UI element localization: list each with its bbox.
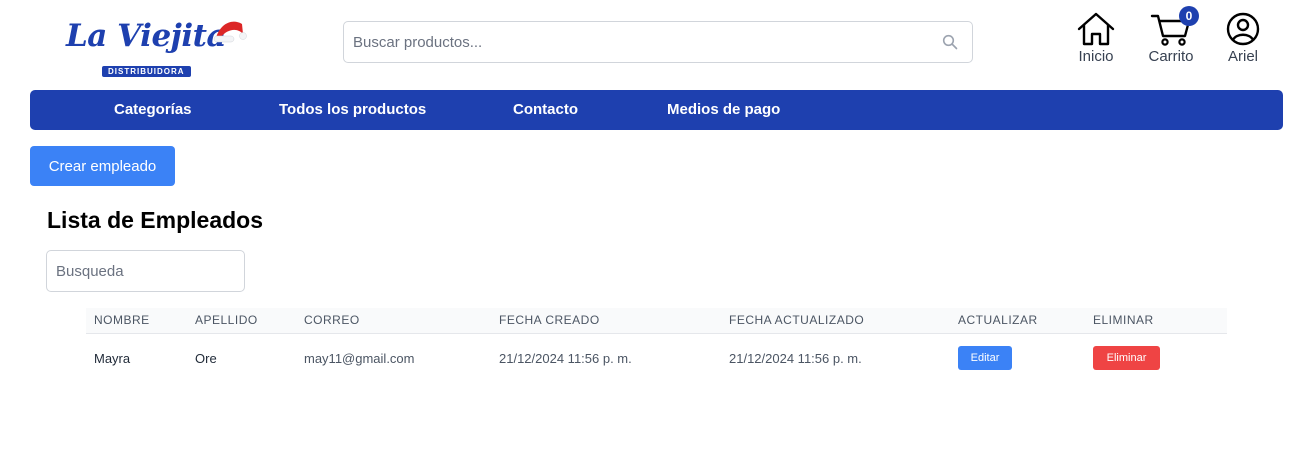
cell-correo: may11@gmail.com [304,350,415,366]
logo-text: La Viejita [66,18,227,54]
product-search [343,21,973,63]
create-employee-button[interactable]: Crear empleado [30,146,175,186]
cart-button[interactable]: 0 Carrito [1141,6,1201,68]
nav-item-todos-los-productos[interactable]: Todos los productos [279,101,426,118]
account-button[interactable]: Ariel [1213,12,1273,68]
page-title: Lista de Empleados [47,207,264,233]
column-header-eliminar: ELIMINAR [1085,308,1227,334]
main-nav: Categorías Todos los productos Contacto … [30,90,1283,130]
account-label: Ariel [1227,48,1258,65]
home-label: Inicio [1078,48,1114,65]
column-header-correo: CORREO [296,308,491,334]
table-header-row: NOMBRE APELLIDO CORREO FECHA CREADO FECH… [86,308,1227,334]
employee-search-input[interactable] [46,250,245,292]
column-header-actualizar: ACTUALIZAR [950,308,1085,334]
cell-actualizar: Editar [950,333,1085,383]
cell-apellido: Ore [195,350,217,366]
nav-item-contacto[interactable]: Contacto [513,101,578,118]
cart-count-badge: 0 [1179,6,1199,26]
nav-item-categorias[interactable]: Categorías [114,101,192,118]
delete-button[interactable]: Eliminar [1093,346,1160,371]
santa-hat-icon [213,21,247,43]
cell-eliminar: Eliminar [1085,333,1227,383]
cell-fecha-creado: 21/12/2024 11:56 p. m. [499,350,632,366]
table-row: Mayra Ore may11@gmail.com 21/12/2024 11:… [86,333,1227,383]
column-header-fecha-creado: FECHA CREADO [491,308,721,334]
logo-subtitle: DISTRIBUIDORA [102,66,191,77]
cell-nombre: Mayra [94,350,131,366]
employees-table: NOMBRE APELLIDO CORREO FECHA CREADO FECH… [86,308,1227,383]
edit-button[interactable]: Editar [958,346,1012,371]
column-header-nombre: NOMBRE [86,308,187,334]
cart-label: Carrito [1148,48,1194,65]
nav-item-medios-de-pago[interactable]: Medios de pago [667,101,780,118]
column-header-fecha-actualizado: FECHA ACTUALIZADO [721,308,950,334]
home-icon [1077,12,1115,46]
column-header-apellido: APELLIDO [187,308,296,334]
search-icon[interactable] [942,34,958,50]
search-input[interactable] [344,22,934,62]
home-button[interactable]: Inicio [1066,12,1126,68]
cell-fecha-actualizado: 21/12/2024 11:56 p. m. [729,350,862,366]
brand-logo[interactable]: La Viejita DISTRIBUIDORA [62,14,252,80]
user-icon [1226,12,1260,46]
